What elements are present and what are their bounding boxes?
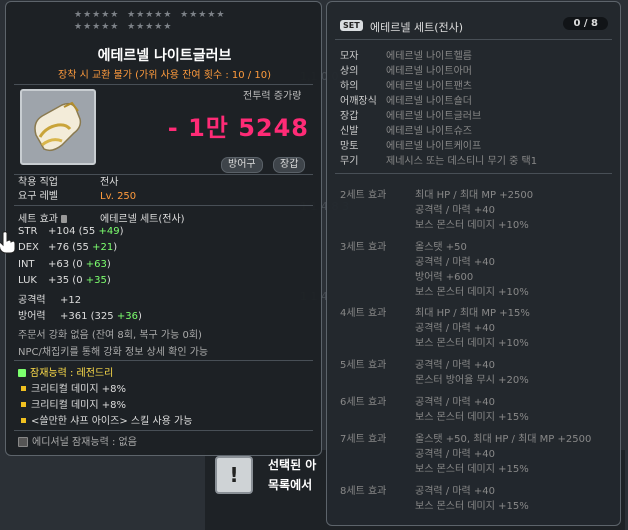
set-effect-line: 공격력 / 마력 +40 [415, 397, 496, 408]
set-effect-line: 보스 몬스터 데미지 +10% [415, 287, 529, 298]
cp-label: 전투력 증가량 [243, 91, 302, 102]
divider [14, 360, 313, 361]
set-effect-line: 공격력 / 마력 +40 [415, 257, 496, 268]
job-label: 착용 직업 [18, 177, 58, 188]
enhance-note: 주문서 강화 없음 (잔여 8회, 복구 가능 0회) [18, 330, 202, 341]
set-effect-head: 3세트 효과 [340, 242, 387, 253]
set-effect-line: 보스 몬스터 데미지 +15% [415, 464, 529, 475]
set-part-value: 에테르넬 나이트글러브 [386, 111, 482, 122]
stat-row: LUK +35 (0 +35) [18, 275, 111, 286]
potential-line: 크리티컬 데미지 +8% [18, 396, 126, 411]
set-part-value: 제네시스 또는 데스티니 무기 중 택1 [386, 156, 538, 167]
set-effect-head: 8세트 효과 [340, 486, 387, 497]
set-effect-head: 4세트 효과 [340, 308, 387, 319]
set-part-value: 에테르넬 나이트숄더 [386, 96, 472, 107]
set-part-label: 신발 [340, 126, 359, 137]
set-effect-value: 에테르넬 세트(전사) [100, 214, 185, 225]
set-panel: SET 에테르넬 세트(전사) 0 / 8 모자 에테르넬 나이트헬름 상의 에… [326, 1, 621, 526]
set-part-label: 무기 [340, 156, 359, 167]
additional-potential: 에디셔널 잠재능력 : 없음 [18, 433, 137, 448]
legendary-icon [18, 369, 26, 377]
set-count: 0 / 8 [563, 17, 608, 30]
glove-icon [34, 101, 82, 152]
potential-line: <쓸만한 샤프 아이즈> 스킬 사용 가능 [18, 412, 192, 427]
potential-line: 크리티컬 데미지 +8% [18, 380, 126, 395]
starforce-row-1: ★★★★★ ★★★★★ ★★★★★ [74, 10, 226, 20]
set-effect-line: 방어력 +600 [415, 272, 474, 283]
item-name: 에테르넬 나이트글러브 [97, 48, 232, 64]
npc-note: NPC/채집키를 통해 강화 정보 상세 확인 가능 [18, 347, 209, 358]
divider [14, 84, 313, 85]
level-value: Lv. 250 [100, 191, 137, 202]
set-effect-line: 보스 몬스터 데미지 +10% [415, 220, 529, 231]
tag-glove: 장갑 [273, 157, 306, 173]
tag-armor: 방어구 [221, 157, 263, 173]
set-part-value: 에테르넬 나이트케이프 [386, 141, 482, 152]
set-part-value: 에테르넬 나이트슈즈 [386, 126, 472, 137]
set-part-label: 상의 [340, 66, 359, 77]
potential-title: 잠재능력 : 레전드리 [18, 364, 113, 379]
cp-value: - 1만 5248 [167, 114, 309, 142]
item-tooltip: ★★★★★ ★★★★★ ★★★★★ ★★★★★ ★★★★★ 에테르넬 나이트글러… [5, 1, 322, 456]
bullet-icon [21, 386, 26, 391]
set-title: 에테르넬 세트(전사) [370, 21, 464, 34]
set-effect-head: 5세트 효과 [340, 360, 387, 371]
set-part-label: 장갑 [340, 111, 359, 122]
set-effect-head: 2세트 효과 [340, 190, 387, 201]
stat-row: INT +63 (0 +63) [18, 259, 111, 270]
notice-line-2: 목록에서 [268, 478, 313, 492]
divider [14, 430, 313, 431]
set-effect-line: 보스 몬스터 데미지 +15% [415, 501, 529, 512]
bullet-icon [21, 402, 26, 407]
set-effect-line: 최대 HP / 최대 MP +15% [415, 308, 530, 319]
set-effect-line: 공격력 / 마력 +40 [415, 486, 496, 497]
divider [14, 205, 313, 206]
divider [335, 39, 612, 40]
set-part-label: 망토 [340, 141, 359, 152]
set-effect-head: 7세트 효과 [340, 434, 387, 445]
stat-row: 공격력 +12 [18, 295, 82, 306]
job-row: 착용 직업 전사 [18, 173, 118, 188]
set-part-value: 에테르넬 나이트헬름 [386, 51, 472, 62]
set-effect-row: 세트 효과 에테르넬 세트(전사) [18, 210, 185, 225]
set-effect-line: 보스 몬스터 데미지 +10% [415, 338, 529, 349]
warning-box-icon: ! [215, 456, 253, 494]
set-effect-line: 공격력 / 마력 +40 [415, 449, 496, 460]
set-effect-line: 올스탯 +50 [415, 242, 467, 253]
set-badge: SET [340, 20, 363, 31]
level-row: 요구 레벨 Lv. 250 [18, 187, 136, 202]
notice-line-1: 선택된 아 [268, 458, 317, 472]
additional-potential-icon [18, 437, 28, 447]
set-part-label: 어깨장식 [340, 96, 377, 107]
starforce-row-2: ★★★★★ ★★★★★ [74, 22, 173, 32]
set-part-label: 하의 [340, 81, 359, 92]
set-part-label: 모자 [340, 51, 359, 62]
set-effect-line: 공격력 / 마력 +40 [415, 205, 496, 216]
stat-row: DEX +76 (55 +21) [18, 242, 118, 253]
hand-cursor-icon [0, 231, 16, 254]
level-label: 요구 레벨 [18, 191, 58, 202]
set-effect-line: 공격력 / 마력 +40 [415, 323, 496, 334]
set-effect-label: 세트 효과 [18, 210, 100, 225]
stat-row: 방어력 +361 (325 +36) [18, 311, 142, 322]
set-effect-head: 6세트 효과 [340, 397, 387, 408]
set-lock-icon [61, 215, 68, 223]
bullet-icon [21, 418, 26, 423]
set-effect-line: 공격력 / 마력 +40 [415, 360, 496, 371]
set-effect-line: 올스탯 +50, 최대 HP / 최대 MP +2500 [415, 434, 592, 445]
stat-row: STR +104 (55 +49) [18, 226, 124, 237]
set-effect-line: 최대 HP / 최대 MP +2500 [415, 190, 534, 201]
set-part-value: 에테르넬 나이트팬츠 [386, 81, 472, 92]
trade-note: 장착 시 교환 불가 (가위 사용 잔여 횟수 : 10 / 10) [58, 70, 271, 81]
set-effect-line: 보스 몬스터 데미지 +15% [415, 412, 529, 423]
item-icon [20, 89, 96, 165]
set-part-value: 에테르넬 나이트아머 [386, 66, 472, 77]
divider [335, 173, 612, 174]
set-effect-line: 몬스터 방어율 무시 +20% [415, 375, 529, 386]
